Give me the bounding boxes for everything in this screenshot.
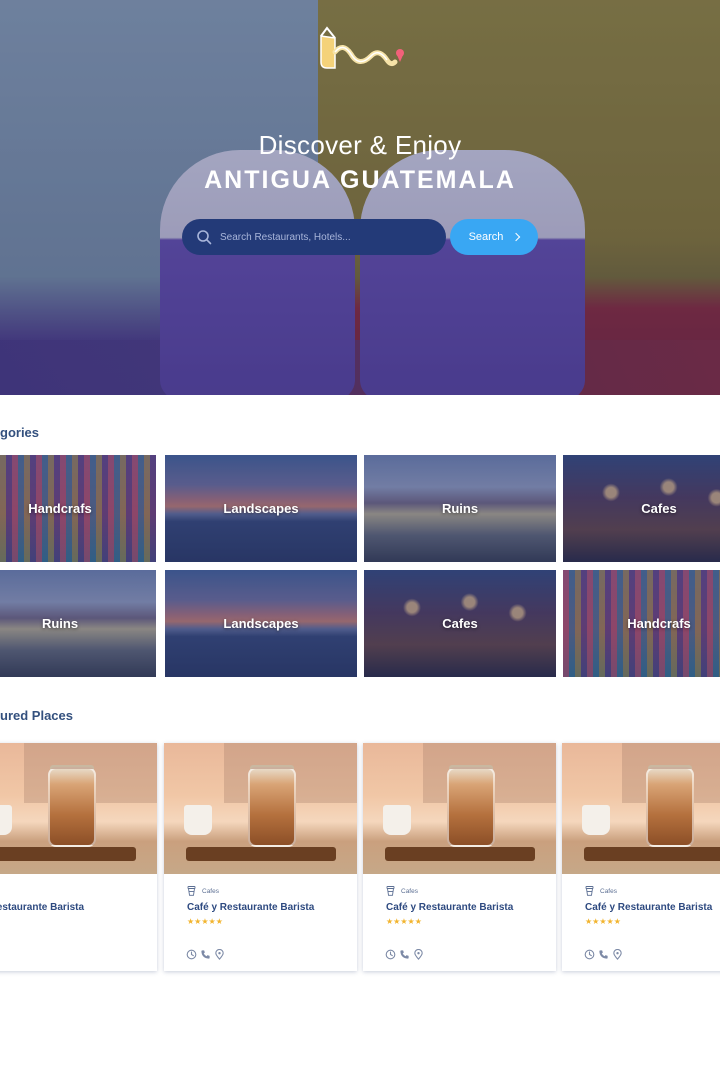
category-label: Ruins [41, 616, 79, 631]
location-pin-icon[interactable] [413, 949, 424, 960]
category-label: Handcrafs [28, 501, 92, 516]
category-tile-landscapes[interactable]: Landscapes [165, 455, 357, 562]
place-image-board [186, 847, 336, 861]
category-tile-handcrafts[interactable]: Handcrafs [0, 455, 156, 562]
category-label: Handcrafs [627, 616, 691, 631]
place-image-board [584, 847, 720, 861]
hero-title: Discover & Enjoy [258, 130, 462, 160]
place-actions [584, 949, 623, 960]
search-icon [197, 230, 212, 245]
place-info: Cafes Café y Restaurante Barista ★★★★★ [562, 874, 720, 971]
place-image-jar [646, 767, 694, 847]
rating-stars: ★★★★★ [187, 917, 223, 926]
hero-subtitle: ANTIGUA GUATEMALA [204, 166, 516, 194]
search-button[interactable]: Search [450, 219, 538, 255]
place-image-jar [447, 767, 495, 847]
chevron-right-icon [512, 232, 521, 242]
location-pin-icon[interactable] [612, 949, 623, 960]
category-tile-ruins[interactable]: Ruins [0, 570, 156, 677]
place-image-mug [184, 805, 212, 835]
place-actions [385, 949, 424, 960]
category-tile-cafes[interactable]: Cafes [364, 570, 556, 677]
category-tile-handcrafts[interactable]: Handcrafs [563, 570, 720, 677]
place-category-label: Cafes [401, 887, 418, 895]
category-label: Cafes [442, 616, 478, 631]
clock-icon[interactable] [584, 949, 595, 960]
place-card[interactable]: Cafes Café y Restaurante Barista ★★★★★ [164, 743, 357, 971]
phone-icon[interactable] [598, 949, 609, 960]
featured-places-heading: ured Places [0, 708, 73, 723]
place-image-jar [48, 767, 96, 847]
search-input[interactable] [220, 231, 430, 243]
place-card[interactable]: Cafes afé y Restaurante Barista ★★★★ [0, 743, 157, 971]
hero-banner: Discover & Enjoy ANTIGUA GUATEMALA Searc… [0, 0, 720, 395]
rating-stars: ★★★★ [0, 917, 157, 926]
cup-icon [386, 886, 395, 896]
cup-icon [585, 886, 594, 896]
place-image-mug [0, 805, 12, 835]
cup-icon [187, 886, 196, 896]
search-button-label: Search [468, 231, 504, 243]
place-category: Cafes [585, 884, 720, 898]
place-image [0, 743, 157, 874]
place-category: Cafes [187, 884, 357, 898]
search-box[interactable] [182, 219, 446, 255]
place-image-board [385, 847, 535, 861]
category-label: Ruins [441, 501, 479, 516]
categories-heading: gories [0, 425, 40, 440]
place-category-label: Cafes [600, 887, 617, 895]
place-image-mug [383, 805, 411, 835]
place-actions [186, 949, 225, 960]
location-pin-icon[interactable] [214, 949, 225, 960]
rating-stars: ★★★★★ [386, 917, 422, 926]
place-info: Cafes Café y Restaurante Barista ★★★★★ [363, 874, 556, 971]
place-image [164, 743, 357, 874]
rating-stars: ★★★★★ [585, 917, 621, 926]
site-logo[interactable] [313, 22, 407, 78]
place-name[interactable]: Café y Restaurante Barista [585, 902, 720, 913]
category-label: Cafes [641, 501, 677, 516]
place-image-mug [582, 805, 610, 835]
clock-icon[interactable] [186, 949, 197, 960]
place-name[interactable]: Café y Restaurante Barista [187, 902, 357, 913]
place-card[interactable]: Cafes Café y Restaurante Barista ★★★★★ [562, 743, 720, 971]
place-category: Cafes [0, 884, 157, 898]
place-card[interactable]: Cafes Café y Restaurante Barista ★★★★★ [363, 743, 556, 971]
category-label: Landscapes [223, 616, 299, 631]
category-tile-ruins[interactable]: Ruins [364, 455, 556, 562]
place-category-label: Cafes [202, 887, 219, 895]
clock-icon[interactable] [385, 949, 396, 960]
place-category: Cafes [386, 884, 556, 898]
place-info: Cafes afé y Restaurante Barista ★★★★ [0, 874, 157, 971]
place-info: Cafes Café y Restaurante Barista ★★★★★ [164, 874, 357, 971]
category-label: Landscapes [223, 501, 299, 516]
category-tile-landscapes[interactable]: Landscapes [165, 570, 357, 677]
place-image-board [0, 847, 136, 861]
phone-icon[interactable] [399, 949, 410, 960]
phone-icon[interactable] [200, 949, 211, 960]
place-image [363, 743, 556, 874]
place-name[interactable]: Café y Restaurante Barista [386, 902, 556, 913]
place-image-jar [248, 767, 296, 847]
place-name[interactable]: afé y Restaurante Barista [0, 902, 157, 913]
category-tile-cafes[interactable]: Cafes [563, 455, 720, 562]
place-image [562, 743, 720, 874]
